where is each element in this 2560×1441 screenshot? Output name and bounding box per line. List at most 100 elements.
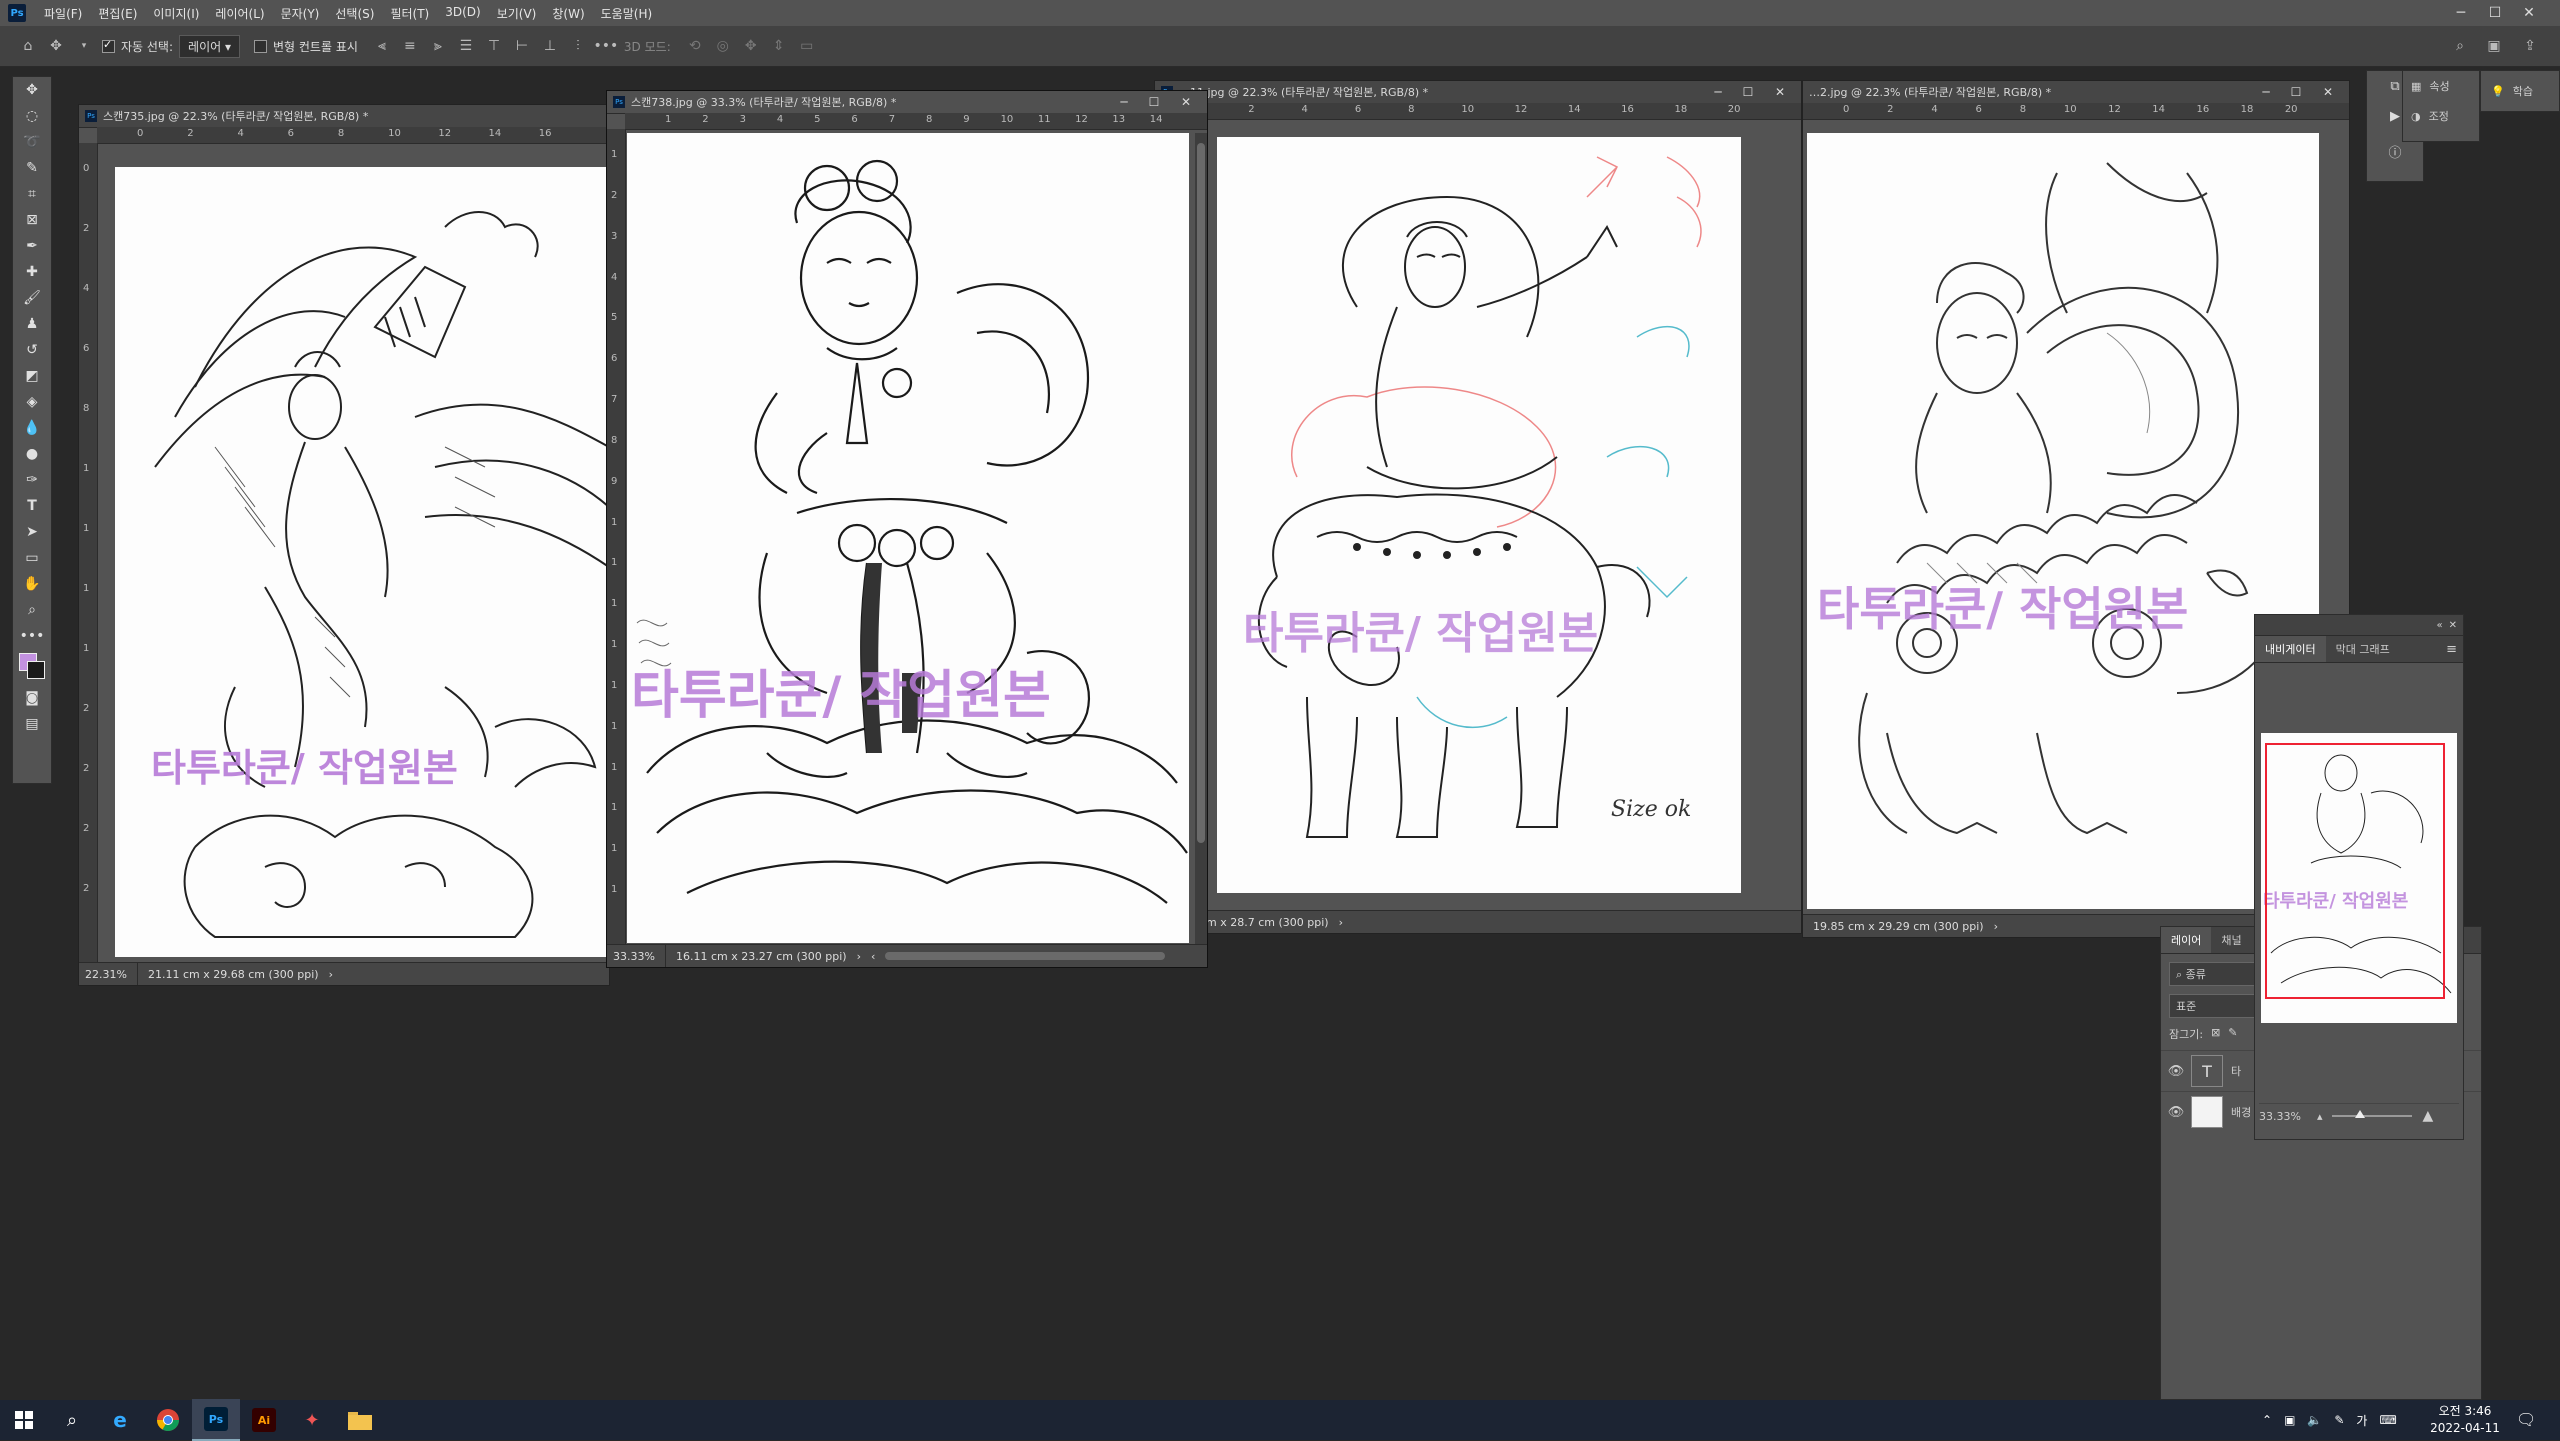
- workspace-icon[interactable]: ▣: [2484, 36, 2504, 56]
- collapse-icon[interactable]: «: [2436, 620, 2442, 631]
- navigator-view-box[interactable]: [2265, 743, 2445, 999]
- minimize-document-button[interactable]: ─: [1703, 81, 1733, 103]
- scroll-left-icon[interactable]: ‹: [871, 950, 875, 963]
- tool-preset-chevron-down-icon[interactable]: ▾: [74, 36, 94, 56]
- document-window-3[interactable]: Ps …11.jpg @ 22.3% (타투라쿤/ 작업원본, RGB/8) *…: [1154, 80, 1802, 934]
- lasso-tool-icon[interactable]: ➰: [13, 129, 51, 155]
- more-options-icon[interactable]: •••: [594, 36, 619, 56]
- slide-3d-icon[interactable]: ⇕: [769, 36, 789, 56]
- blend-mode-dropdown[interactable]: 표준: [2169, 994, 2263, 1018]
- document-title-bar[interactable]: Ps 스캔735.jpg @ 22.3% (타투라쿤/ 작업원본, RGB/8)…: [79, 105, 609, 128]
- type-tool-icon[interactable]: T: [13, 493, 51, 519]
- menu-item[interactable]: 편집(E): [90, 5, 145, 22]
- align-right-icon[interactable]: ⫸: [428, 36, 448, 56]
- menu-item[interactable]: 파일(F): [36, 5, 90, 22]
- document-canvas[interactable]: 타투라쿤/ 작업원본 Size ok: [1217, 137, 1741, 893]
- edit-toolbar-icon[interactable]: •••: [13, 623, 51, 649]
- ime-indicator[interactable]: 가: [2356, 1412, 2367, 1429]
- move-tool-icon[interactable]: ✥: [13, 77, 51, 103]
- pan-3d-icon[interactable]: ✥: [741, 36, 761, 56]
- maximize-document-button[interactable]: ☐: [2281, 81, 2311, 103]
- network-icon[interactable]: ▣: [2284, 1413, 2295, 1427]
- photoshop-taskbar-icon[interactable]: Ps: [192, 1399, 240, 1441]
- navigator-zoom-slider[interactable]: [2332, 1110, 2413, 1118]
- visibility-eye-icon[interactable]: 👁: [2161, 1105, 2191, 1120]
- vertical-scrollbar[interactable]: [1195, 133, 1207, 945]
- document-canvas[interactable]: 타투라쿤/ 작업원본: [115, 167, 609, 957]
- clock[interactable]: 오전 3:46 2022-04-11: [2420, 1403, 2510, 1437]
- horizontal-scroll-thumb[interactable]: [885, 952, 1166, 960]
- minimize-button[interactable]: ─: [2444, 0, 2478, 26]
- history-brush-tool-icon[interactable]: ↺: [13, 337, 51, 363]
- maximize-document-button[interactable]: ☐: [1733, 81, 1763, 103]
- home-icon[interactable]: ⌂: [18, 36, 38, 56]
- hand-tool-icon[interactable]: ✋: [13, 571, 51, 597]
- navigator-tab[interactable]: 내비게이터: [2255, 636, 2326, 662]
- layers-tab[interactable]: 레이어: [2161, 927, 2212, 953]
- quick-mask-icon[interactable]: ◙: [13, 685, 51, 711]
- transform-controls-option[interactable]: 변형 컨트롤 표시: [254, 38, 358, 55]
- document-canvas[interactable]: 타투라쿤/ 작업원본: [1807, 133, 2319, 909]
- file-explorer-taskbar-icon[interactable]: [336, 1400, 384, 1440]
- vertical-scroll-thumb[interactable]: [1197, 143, 1205, 843]
- search-icon[interactable]: ⌕: [48, 1400, 96, 1440]
- background-color-swatch[interactable]: [27, 661, 45, 679]
- panel-menu-icon[interactable]: ≡: [2446, 642, 2457, 657]
- share-icon[interactable]: ⇪: [2520, 36, 2540, 56]
- lock-pixels-icon[interactable]: ⊠: [2211, 1026, 2220, 1042]
- maximize-document-button[interactable]: ☐: [1139, 91, 1169, 113]
- dodge-tool-icon[interactable]: ●: [13, 441, 51, 467]
- path-select-tool-icon[interactable]: ➤: [13, 519, 51, 545]
- camera-3d-icon[interactable]: ▭: [797, 36, 817, 56]
- frame-tool-icon[interactable]: ⊠: [13, 207, 51, 233]
- keyboard-icon[interactable]: ⌨: [2379, 1413, 2396, 1427]
- close-app-button[interactable]: ✕: [2512, 0, 2546, 26]
- close-document-button[interactable]: ✕: [2313, 81, 2343, 103]
- illustrator-taskbar-icon[interactable]: Ai: [240, 1400, 288, 1440]
- zoom-tool-icon[interactable]: ⌕: [13, 597, 51, 623]
- paint-bucket-tool-icon[interactable]: ◈: [13, 389, 51, 415]
- align-top-icon[interactable]: ⊤: [484, 36, 504, 56]
- zoom-out-mountain-icon[interactable]: ▴: [2317, 1110, 2323, 1123]
- document-zoom[interactable]: 22.31%: [79, 963, 138, 985]
- healing-brush-tool-icon[interactable]: ✚: [13, 259, 51, 285]
- menu-item[interactable]: 보기(V): [489, 5, 545, 22]
- align-center-icon[interactable]: ≡: [400, 36, 420, 56]
- bird-app-taskbar-icon[interactable]: ✦: [288, 1400, 336, 1440]
- status-chevron-icon[interactable]: ›: [329, 968, 333, 981]
- learn-tab[interactable]: 💡 학습: [2481, 71, 2559, 111]
- menu-item[interactable]: 선택(S): [327, 5, 382, 22]
- menu-item[interactable]: 도움말(H): [593, 5, 661, 22]
- lock-brush-icon[interactable]: ✎: [2228, 1026, 2237, 1042]
- screen-mode-icon[interactable]: ▤: [13, 711, 51, 737]
- orbit-3d-icon[interactable]: ⟲: [685, 36, 705, 56]
- rectangle-tool-icon[interactable]: ▭: [13, 545, 51, 571]
- distribute-icon[interactable]: ☰: [456, 36, 476, 56]
- restore-button[interactable]: ☐: [2478, 0, 2512, 26]
- clone-stamp-tool-icon[interactable]: ♟: [13, 311, 51, 337]
- menu-item[interactable]: 문자(Y): [273, 5, 328, 22]
- zoom-slider-thumb[interactable]: [2355, 1110, 2366, 1118]
- document-zoom[interactable]: 33.33%: [607, 945, 666, 967]
- edge-browser-icon[interactable]: e: [96, 1400, 144, 1440]
- document-window-2[interactable]: Ps 스캔738.jpg @ 33.3% (타투라쿤/ 작업원본, RGB/8)…: [606, 90, 1208, 968]
- tray-chevron-up-icon[interactable]: ⌃: [2262, 1413, 2272, 1427]
- transform-controls-checkbox[interactable]: [254, 39, 267, 53]
- navigator-collapse-bar[interactable]: « ✕: [2255, 615, 2463, 636]
- zoom-in-mountain-icon[interactable]: ▲: [2422, 1108, 2433, 1124]
- distribute-vertical-icon[interactable]: ⫶: [568, 36, 588, 56]
- minimize-document-button[interactable]: ─: [1109, 91, 1139, 113]
- channels-tab[interactable]: 채널: [2211, 927, 2251, 953]
- menu-item[interactable]: 레이어(L): [207, 5, 272, 22]
- color-swatches[interactable]: [13, 649, 51, 685]
- document-title-bar[interactable]: …2.jpg @ 22.3% (타투라쿤/ 작업원본, RGB/8) * ─ ☐…: [1803, 81, 2349, 104]
- chrome-browser-icon[interactable]: [144, 1400, 192, 1440]
- eyedropper-tool-icon[interactable]: ✒: [13, 233, 51, 259]
- close-document-button[interactable]: ✕: [1171, 91, 1201, 113]
- volume-icon[interactable]: 🔈: [2307, 1413, 2322, 1427]
- status-chevron-icon[interactable]: ›: [1339, 916, 1343, 929]
- crop-tool-icon[interactable]: ⌗: [13, 181, 51, 207]
- document-title-bar[interactable]: Ps …11.jpg @ 22.3% (타투라쿤/ 작업원본, RGB/8) *…: [1155, 81, 1801, 104]
- histogram-tab[interactable]: 막대 그래프: [2326, 636, 2400, 662]
- brush-tool-icon[interactable]: 🖌: [13, 285, 51, 311]
